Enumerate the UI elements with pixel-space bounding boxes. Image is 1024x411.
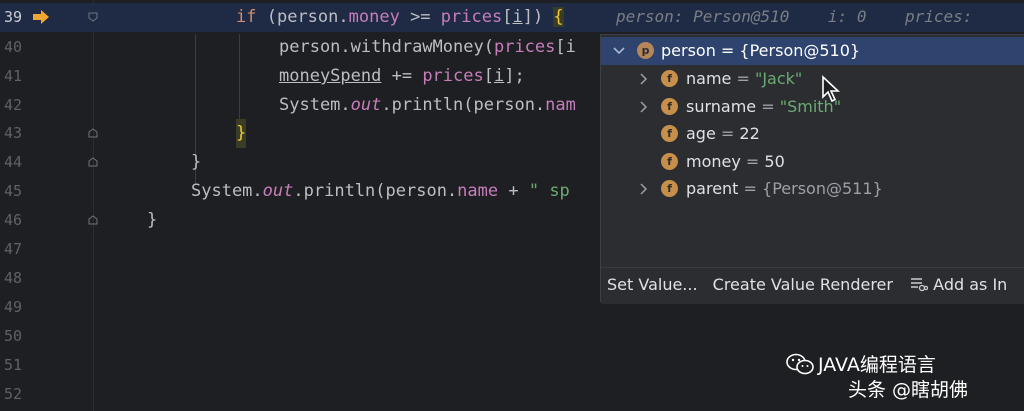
fold-marker-icon[interactable] xyxy=(88,12,98,22)
field-badge-icon: f xyxy=(661,153,678,170)
line-number: 41 xyxy=(4,67,23,85)
watermark-account: JAVA编程语言 xyxy=(786,350,936,377)
fold-marker-icon[interactable] xyxy=(88,128,98,138)
add-as-inline-watch-button[interactable]: Add as In xyxy=(933,275,1007,294)
code-text: } xyxy=(191,152,202,172)
chevron-down-icon[interactable] xyxy=(613,46,625,56)
wechat-logo-icon xyxy=(786,353,814,375)
line-number: 42 xyxy=(4,96,23,114)
code-line-39[interactable]: 39 if (person.money >= prices[i]) { pers… xyxy=(0,3,1024,32)
line-number: 43 xyxy=(4,124,23,142)
line-number: 51 xyxy=(4,356,23,374)
line-number: 52 xyxy=(4,385,23,403)
create-value-renderer-button[interactable]: Create Value Renderer xyxy=(713,275,893,294)
code-line-50[interactable]: 50 xyxy=(0,322,1024,351)
code-text: System.out.println(person.nam xyxy=(279,95,576,115)
chevron-right-icon[interactable] xyxy=(639,183,647,195)
line-number: 40 xyxy=(4,38,23,56)
parameter-badge-icon: p xyxy=(637,42,654,59)
fold-marker-icon[interactable] xyxy=(88,157,98,167)
code-text: System.out.println(person.name + " sp xyxy=(191,181,570,201)
mouse-cursor-icon xyxy=(822,75,841,103)
execution-point-arrow-icon xyxy=(33,10,49,24)
tree-node-field[interactable]: f age = 22 xyxy=(601,120,1024,148)
code-text: person.withdrawMoney(prices[i xyxy=(279,37,576,57)
code-text: } xyxy=(147,210,158,230)
fold-marker-icon[interactable] xyxy=(88,215,98,225)
set-value-button[interactable]: Set Value... xyxy=(607,275,698,294)
inline-debug-hint: person: Person@510 i: 0 prices: xyxy=(616,7,973,26)
tree-node-field[interactable]: f name = "Jack" xyxy=(601,65,1024,93)
code-text: } xyxy=(236,119,247,148)
chevron-right-icon[interactable] xyxy=(639,101,647,113)
watermark-platform: 头条 @瞎胡佛 xyxy=(848,379,969,401)
tree-node-field[interactable]: f parent = {Person@511} xyxy=(601,175,1024,203)
code-text: if (person.money >= prices[i]) { xyxy=(236,7,564,27)
code-text: moneySpend += prices[i]; xyxy=(279,66,525,86)
field-badge-icon: f xyxy=(661,180,678,197)
tree-node-field[interactable]: f money = 50 xyxy=(601,148,1024,176)
field-badge-icon: f xyxy=(661,98,678,115)
watch-list-icon xyxy=(911,278,929,292)
debug-value-popup[interactable]: p person = {Person@510} f name = "Jack" … xyxy=(600,34,1024,304)
tree-node-person[interactable]: p person = {Person@510} xyxy=(601,37,1024,65)
line-number: 47 xyxy=(4,240,23,258)
line-number: 50 xyxy=(4,327,23,345)
line-number: 45 xyxy=(4,182,23,200)
line-number: 44 xyxy=(4,153,23,171)
popup-toolbar: Set Value... Create Value Renderer Add a… xyxy=(601,267,1024,304)
chevron-right-icon[interactable] xyxy=(639,73,647,85)
tree-node-label: person = {Person@510} xyxy=(661,41,861,60)
line-number: 49 xyxy=(4,298,23,316)
line-number: 46 xyxy=(4,211,23,229)
tree-node-field[interactable]: f surname = "Smith" xyxy=(601,93,1024,121)
line-number: 48 xyxy=(4,269,23,287)
field-badge-icon: f xyxy=(661,125,678,142)
field-badge-icon: f xyxy=(661,70,678,87)
